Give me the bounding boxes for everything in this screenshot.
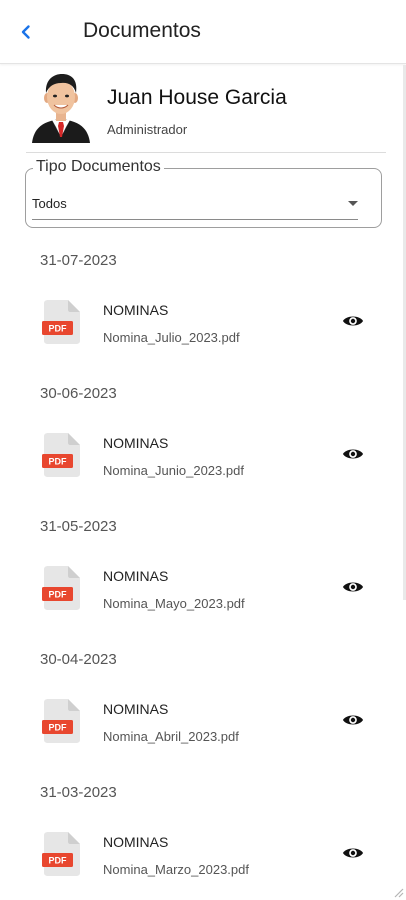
document-date: 31-05-2023 <box>40 518 117 535</box>
user-name: Juan House Garcia <box>107 86 287 109</box>
pdf-file-icon: PDF <box>42 832 80 876</box>
document-group: 30-04-2023 PDF NOMINAS Nomina_Abril_2023… <box>0 644 404 777</box>
document-date: 30-04-2023 <box>40 651 117 668</box>
user-profile: Juan House Garcia Administrador <box>0 65 404 155</box>
document-list: 31-07-2023 PDF NOMINAS Nomina_Julio_2023… <box>0 245 404 900</box>
eye-icon[interactable] <box>342 446 364 462</box>
pdf-file-icon: PDF <box>42 433 80 477</box>
document-filename: Nomina_Junio_2023.pdf <box>103 463 244 478</box>
document-group: 31-07-2023 PDF NOMINAS Nomina_Julio_2023… <box>0 245 404 378</box>
filter-label: Tipo Documentos <box>33 158 164 176</box>
document-group: 30-06-2023 PDF NOMINAS Nomina_Junio_2023… <box>0 378 404 511</box>
pdf-badge-text: PDF <box>49 590 68 600</box>
select-underline <box>32 219 358 220</box>
document-category: NOMINAS <box>103 302 169 318</box>
list-item[interactable]: PDF NOMINAS Nomina_Julio_2023.pdf <box>0 283 404 353</box>
eye-icon[interactable] <box>342 313 364 329</box>
content-area: Juan House Garcia Administrador Tipo Doc… <box>0 65 404 900</box>
filter-selected-value: Todos <box>32 196 67 211</box>
document-filename: Nomina_Mayo_2023.pdf <box>103 596 245 611</box>
document-date: 31-07-2023 <box>40 252 117 269</box>
document-category: NOMINAS <box>103 435 169 451</box>
document-filename: Nomina_Julio_2023.pdf <box>103 330 240 345</box>
user-role: Administrador <box>107 122 188 137</box>
pdf-badge-text: PDF <box>49 457 68 467</box>
page-title: Documentos <box>83 19 201 42</box>
eye-icon[interactable] <box>342 579 364 595</box>
dropdown-arrow-icon <box>348 201 358 206</box>
pdf-file-icon: PDF <box>42 699 80 743</box>
pdf-file-icon: PDF <box>42 300 80 344</box>
document-date: 30-06-2023 <box>40 385 117 402</box>
pdf-file-icon: PDF <box>42 566 80 610</box>
divider <box>26 152 386 153</box>
document-filename: Nomina_Marzo_2023.pdf <box>103 862 249 877</box>
resize-grip-icon[interactable] <box>392 886 404 898</box>
businessman-avatar-icon <box>32 74 90 143</box>
list-item[interactable]: PDF NOMINAS Nomina_Marzo_2023.pdf <box>0 815 404 885</box>
document-group: 31-03-2023 PDF NOMINAS Nomina_Marzo_2023… <box>0 777 404 900</box>
list-item[interactable]: PDF NOMINAS Nomina_Abril_2023.pdf <box>0 682 404 752</box>
document-category: NOMINAS <box>103 701 169 717</box>
pdf-badge-text: PDF <box>49 723 68 733</box>
list-item[interactable]: PDF NOMINAS Nomina_Junio_2023.pdf <box>0 416 404 486</box>
document-category: NOMINAS <box>103 834 169 850</box>
document-date: 31-03-2023 <box>40 784 117 801</box>
document-category: NOMINAS <box>103 568 169 584</box>
document-type-select[interactable]: Todos <box>32 189 358 220</box>
pdf-badge-text: PDF <box>49 856 68 866</box>
app-bar: Documentos <box>0 0 406 64</box>
eye-icon[interactable] <box>342 712 364 728</box>
chevron-left-icon[interactable] <box>14 20 38 44</box>
document-group: 31-05-2023 PDF NOMINAS Nomina_Mayo_2023.… <box>0 511 404 644</box>
list-item[interactable]: PDF NOMINAS Nomina_Mayo_2023.pdf <box>0 549 404 619</box>
document-filename: Nomina_Abril_2023.pdf <box>103 729 239 744</box>
document-type-filter: Tipo Documentos Todos <box>25 158 382 228</box>
pdf-badge-text: PDF <box>49 324 68 334</box>
eye-icon[interactable] <box>342 845 364 861</box>
